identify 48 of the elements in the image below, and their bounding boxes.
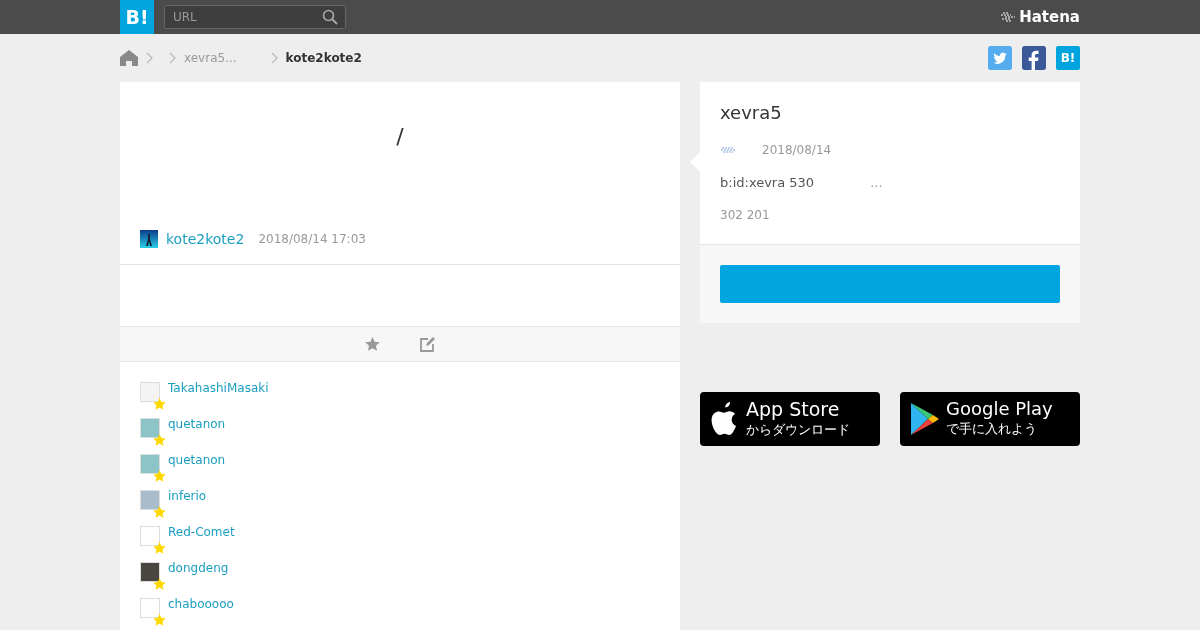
profile-avatar-icon xyxy=(720,145,736,155)
star-user-link[interactable]: TakahashiMasaki xyxy=(168,381,269,395)
breadcrumb-current[interactable]: kote2kote2 xyxy=(285,51,362,65)
store-name: App Store xyxy=(746,399,841,419)
star-icon xyxy=(153,434,166,446)
star-icon xyxy=(153,398,166,410)
chevron-icon xyxy=(146,52,153,64)
star-icon xyxy=(153,542,166,554)
twitter-share-icon[interactable] xyxy=(988,46,1012,70)
entry-date: 2018/08/14 17:03 xyxy=(258,232,366,246)
facebook-share-icon[interactable] xyxy=(1022,46,1046,70)
star-icon xyxy=(153,578,166,590)
star-user-link[interactable]: chabooooo xyxy=(168,597,234,611)
user-avatar[interactable] xyxy=(140,230,158,248)
star-icon[interactable] xyxy=(365,337,380,351)
avatar-image[interactable] xyxy=(140,562,160,582)
brand-name[interactable]: Hatena xyxy=(1019,8,1080,26)
app-badge[interactable]: Google Play で手に入れよう xyxy=(900,392,1080,446)
more-link[interactable]: ... xyxy=(870,175,883,190)
logo[interactable]: B! xyxy=(120,0,154,34)
entry-title[interactable]: / xyxy=(120,82,680,214)
bookmark-share-button[interactable]: B! xyxy=(1056,46,1080,70)
star-user-link[interactable]: inferio xyxy=(168,489,207,503)
brand-mark-icon xyxy=(1000,12,1017,22)
edit-icon[interactable] xyxy=(420,336,435,352)
play-icon xyxy=(910,402,940,436)
star-icon xyxy=(153,614,166,626)
profile-name[interactable]: xevra5 xyxy=(720,102,1060,123)
profile-description: b:id:xevra 530 xyxy=(720,175,815,190)
store-caption: からダウンロード xyxy=(746,420,850,439)
star-user-link[interactable]: quetanon xyxy=(168,453,226,467)
star-user-link[interactable]: dongdeng xyxy=(168,561,229,575)
star-icon xyxy=(153,506,166,518)
home-icon[interactable] xyxy=(120,50,138,66)
profile-date: 2018/08/14 xyxy=(762,143,832,157)
star-icon xyxy=(153,470,166,482)
search-icon[interactable] xyxy=(322,9,338,25)
store-name: Google Play xyxy=(946,400,1053,418)
star-user-link[interactable]: Red-Comet xyxy=(168,525,235,539)
breadcrumb-link[interactable]: xevra5... xyxy=(184,51,237,65)
profile-stats: 302 201 xyxy=(720,208,771,224)
app-badge[interactable]: App Store からダウンロード xyxy=(700,392,880,446)
chevron-icon xyxy=(169,52,176,64)
store-caption: で手に入れよう xyxy=(946,420,1038,438)
star-user-link[interactable]: quetanon xyxy=(168,417,226,431)
search-field[interactable]: URL xyxy=(164,5,346,29)
chevron-icon xyxy=(270,52,278,64)
user-link[interactable]: kote2kote2 xyxy=(166,231,245,247)
